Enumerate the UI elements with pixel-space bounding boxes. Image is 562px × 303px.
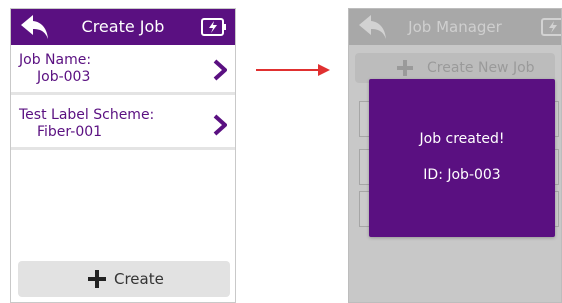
test-label-scheme-label: Test Label Scheme:	[19, 107, 155, 123]
chevron-right-icon	[213, 114, 227, 136]
create-job-screen: Create Job Job Name: Job-003 Test Label …	[10, 8, 236, 303]
plus-icon	[88, 270, 106, 288]
job-name-row[interactable]: Job Name: Job-003	[11, 47, 235, 95]
job-manager-screen: Job Manager Create New Job Job created! …	[348, 8, 562, 303]
job-created-dialog[interactable]: Job created! ID: Job-003	[369, 79, 555, 237]
job-name-label: Job Name:	[19, 52, 92, 68]
battery-charging-icon	[541, 18, 561, 36]
test-label-scheme-value: Fiber-001	[37, 124, 103, 140]
comparison-stage: Create Job Job Name: Job-003 Test Label …	[0, 0, 562, 303]
create-button-label: Create	[114, 270, 164, 288]
create-button[interactable]: Create	[18, 261, 230, 297]
plus-icon	[397, 60, 413, 76]
dialog-message: Job created!	[419, 131, 505, 147]
battery-charging-icon	[201, 18, 226, 36]
dialog-job-id: ID: Job-003	[423, 167, 501, 183]
test-label-scheme-row[interactable]: Test Label Scheme: Fiber-001	[11, 102, 235, 150]
title-bar: Job Manager	[349, 9, 561, 45]
job-name-value: Job-003	[37, 69, 91, 85]
page-title: Job Manager	[408, 18, 502, 36]
transition-arrow-icon	[256, 64, 330, 76]
title-bar: Create Job	[11, 9, 235, 45]
chevron-right-icon	[213, 59, 227, 81]
